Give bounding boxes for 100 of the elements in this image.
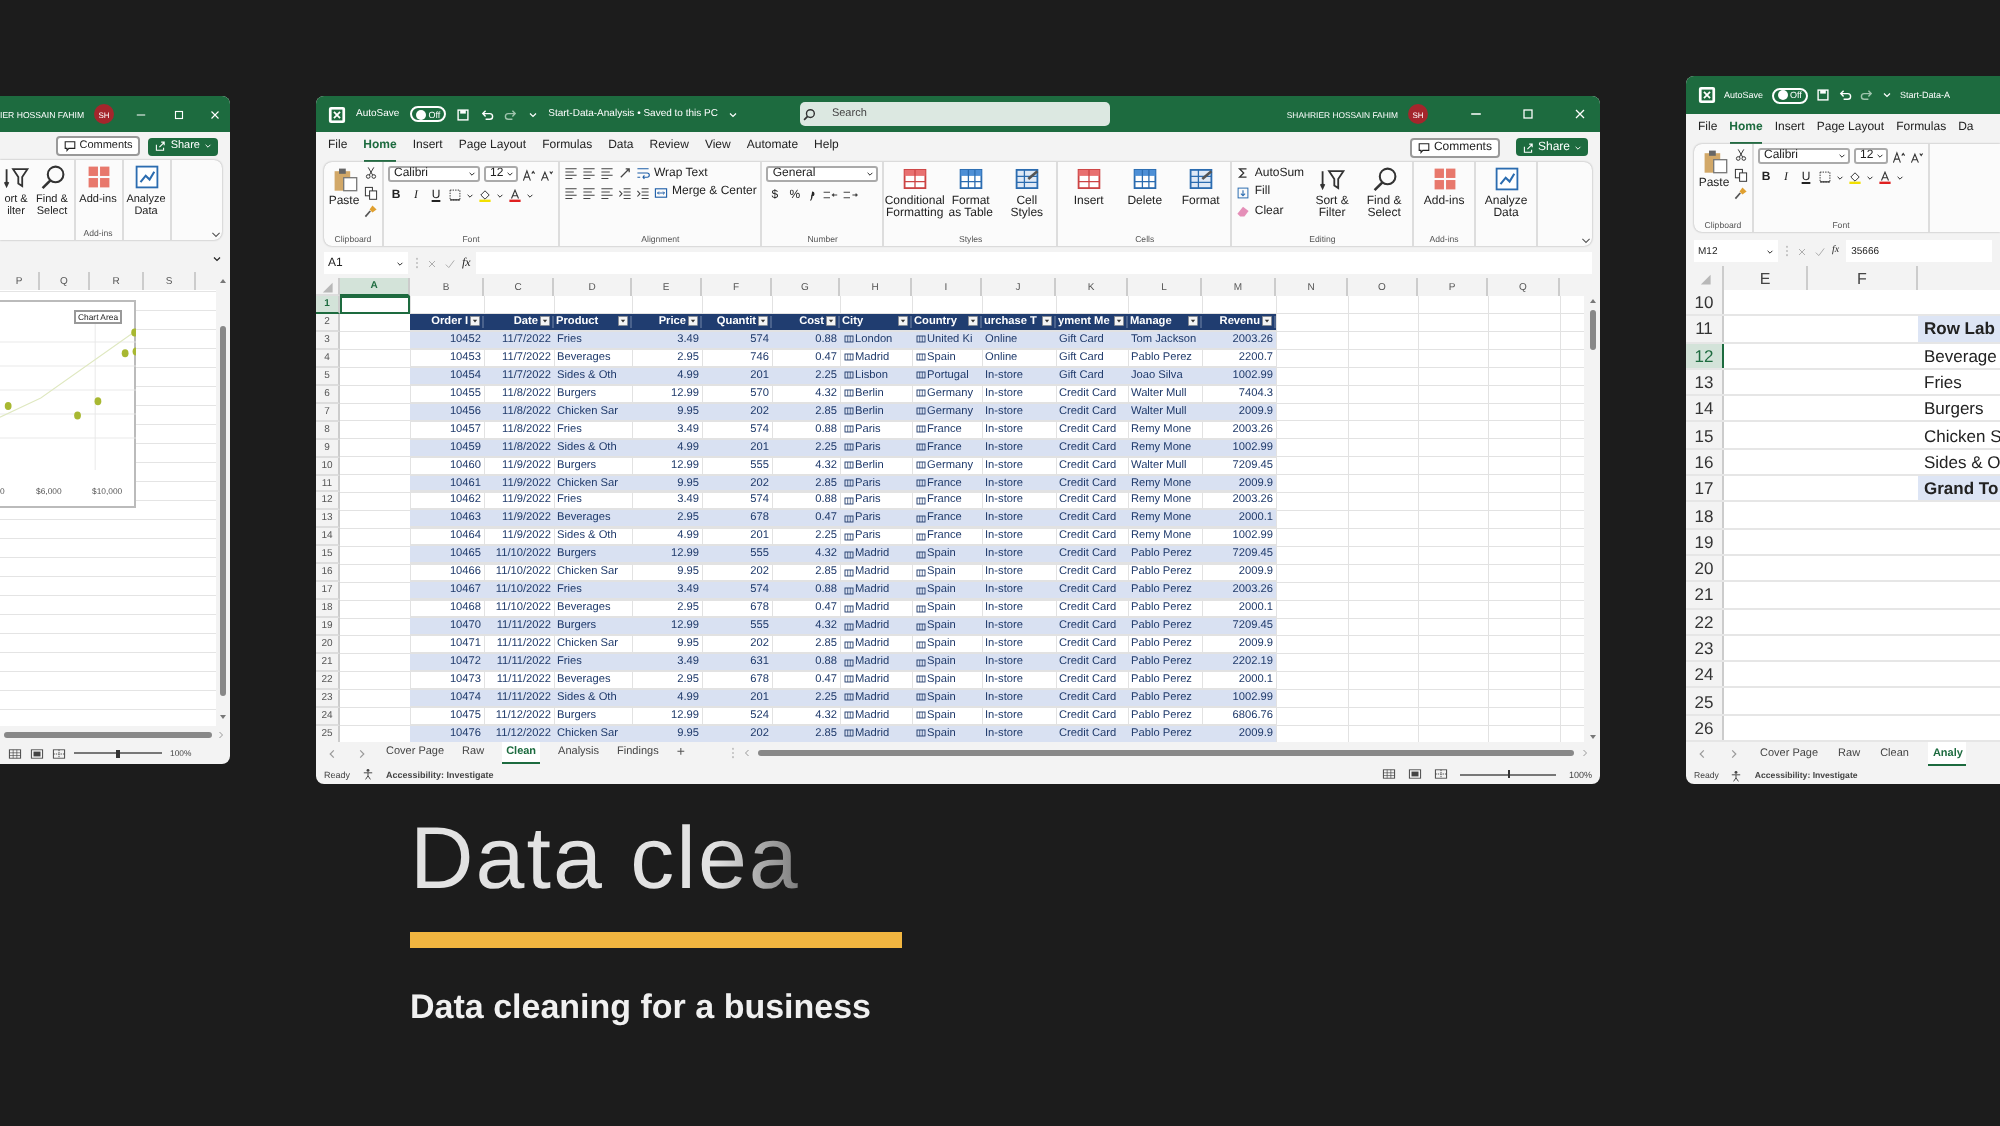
zoom-slider[interactable] [1460,770,1557,778]
row-header[interactable]: 25 [1686,688,1724,714]
fill-color-icon[interactable] [1848,170,1862,184]
filter-dropdown-icon[interactable] [470,316,480,327]
caret-icon[interactable] [1881,90,1892,100]
normal-view-icon[interactable] [8,747,22,759]
zoom-slider[interactable] [74,749,162,757]
normal-view-icon[interactable] [1382,768,1397,780]
scroll-right-icon [216,729,226,739]
redo-icon[interactable] [1859,88,1874,102]
spreadsheet-logo-icon[interactable] [328,105,346,123]
increase-decimal-icon[interactable] [822,188,839,202]
filter-dropdown-icon[interactable] [618,316,628,327]
caret-icon [1896,173,1904,181]
save-icon[interactable] [1815,88,1830,102]
page-break-view-icon[interactable] [52,747,66,759]
row-header[interactable]: 10 [1686,290,1724,315]
map-icon [915,585,925,596]
filter-dropdown-icon[interactable] [540,316,550,327]
row-header[interactable]: 16 [1686,449,1724,475]
close-icon[interactable] [208,107,222,121]
row-header[interactable]: 18 [1686,502,1724,528]
redo-icon[interactable] [504,107,519,121]
row-header[interactable]: 15 [1686,422,1724,448]
align-icon[interactable] [582,166,596,180]
row-header[interactable]: 24 [1686,662,1724,687]
row-header[interactable]: 17 [1686,476,1724,501]
row-header[interactable]: 21 [1686,582,1724,608]
indent-icon[interactable] [618,185,632,199]
map-icon [915,567,925,578]
copy-icon[interactable] [1734,167,1748,181]
fill-color-icon[interactable] [478,188,492,202]
orientation-icon[interactable] [618,166,632,180]
filter-dropdown-icon[interactable] [1188,316,1198,327]
column-header[interactable]: E [1724,266,1808,290]
page-layout-view-icon[interactable] [30,747,44,759]
filter-dropdown-icon[interactable] [968,316,978,327]
close-icon[interactable] [1572,106,1588,122]
map-icon [843,370,853,381]
column-header[interactable]: F [1808,266,1918,290]
map-icon [843,710,853,721]
page-layout-view-icon[interactable] [1408,768,1423,780]
align-icon[interactable] [600,185,614,199]
brush-icon[interactable] [364,204,378,218]
expand-formula-bar-icon[interactable] [212,253,222,263]
share-icon [1521,141,1534,153]
scissors-icon[interactable] [364,166,378,180]
align-icon[interactable] [564,185,578,199]
map-icon [843,674,853,685]
pivot-cell: Grand To [1918,476,2000,501]
row-header[interactable]: 19 [1686,529,1724,554]
filter-dropdown-icon[interactable] [826,316,836,327]
map-icon [915,674,925,685]
save-icon[interactable] [456,107,471,121]
font-color-icon[interactable] [1878,170,1892,184]
maximize-icon[interactable] [1520,106,1536,122]
collapse-ribbon-icon[interactable] [210,228,222,240]
row-header[interactable]: 11 [1686,316,1724,342]
row-header[interactable]: 22 [1686,609,1724,634]
page-break-view-icon[interactable] [1434,768,1449,780]
borders-icon[interactable] [448,188,462,202]
indent-icon[interactable] [636,185,650,199]
caret-icon[interactable] [727,109,738,119]
spreadsheet-logo-icon[interactable] [1698,86,1716,104]
comma-style-icon[interactable] [806,188,819,202]
row-header[interactable]: 13 [1686,369,1724,395]
row-header[interactable]: 14 [1686,396,1724,421]
filter-dropdown-icon[interactable] [758,316,768,327]
shrink-font-icon[interactable] [1910,149,1924,163]
filter-dropdown-icon[interactable] [1114,316,1124,327]
filter-dropdown-icon[interactable] [898,316,908,327]
vertical-scrollbar[interactable] [1584,278,1600,742]
decrease-decimal-icon[interactable] [842,188,859,202]
filter-dropdown-icon[interactable] [1042,316,1052,327]
row-header[interactable]: 20 [1686,555,1724,581]
row-header[interactable]: 12 [1686,343,1724,368]
align-icon[interactable] [564,166,578,180]
filter-dropdown-icon[interactable] [1262,316,1272,327]
filter-dropdown-icon[interactable] [688,316,698,327]
collapse-ribbon-icon[interactable] [1580,234,1592,246]
caret-icon [866,170,875,178]
row-header[interactable]: 26 [1686,715,1724,741]
undo-icon[interactable] [480,107,495,121]
font-color-icon[interactable] [508,188,522,202]
map-icon [843,549,853,560]
grow-font-icon[interactable] [1892,149,1906,163]
borders-icon[interactable] [1818,170,1832,184]
brush-icon[interactable] [1734,186,1748,200]
caret-icon[interactable] [528,109,539,119]
scissors-icon[interactable] [1734,148,1748,162]
shrink-font-icon[interactable] [540,167,554,181]
copy-icon[interactable] [364,185,378,199]
map-icon [843,531,853,542]
grow-font-icon[interactable] [522,167,536,181]
align-icon[interactable] [600,166,614,180]
undo-icon[interactable] [1837,88,1852,102]
selected-cell[interactable] [340,296,410,314]
maximize-icon[interactable] [171,107,186,121]
row-header[interactable]: 23 [1686,635,1724,661]
align-icon[interactable] [582,185,596,199]
